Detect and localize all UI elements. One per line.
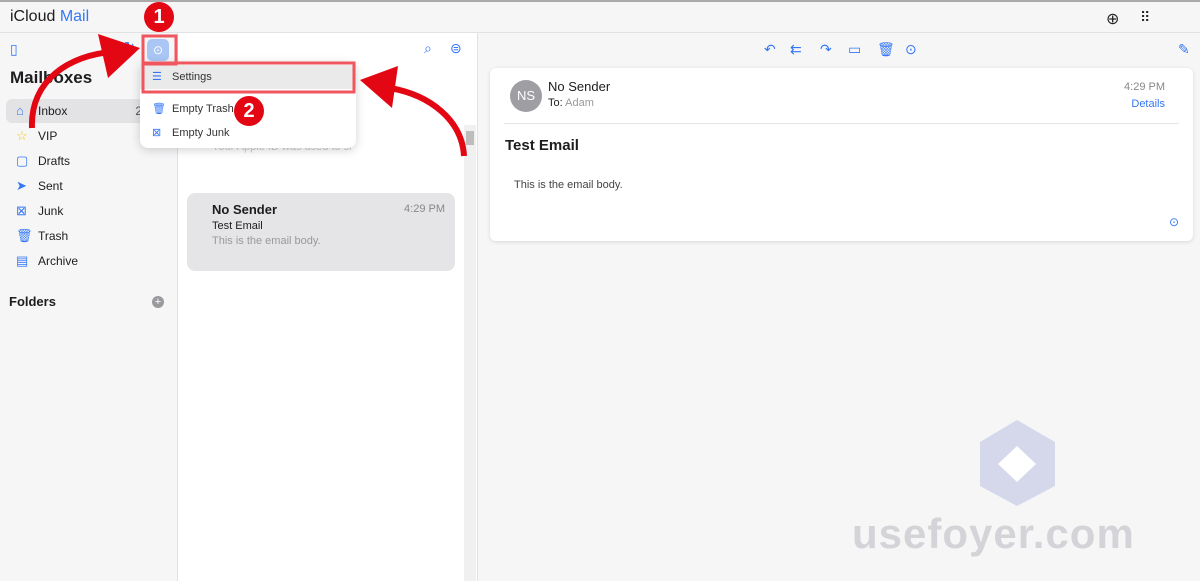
step-2-badge: 2 xyxy=(234,96,264,126)
watermark-text: usefoyer.com xyxy=(852,510,1135,557)
arrow-2-head xyxy=(360,66,398,108)
arrow-1-head xyxy=(98,34,140,78)
step-1-badge: 1 xyxy=(144,2,174,32)
annotation-overlay xyxy=(28,34,1055,506)
highlight-box-actions xyxy=(141,34,178,66)
highlight-box-settings xyxy=(141,61,356,94)
arrow-2 xyxy=(389,85,467,157)
arrow-1 xyxy=(28,49,113,129)
